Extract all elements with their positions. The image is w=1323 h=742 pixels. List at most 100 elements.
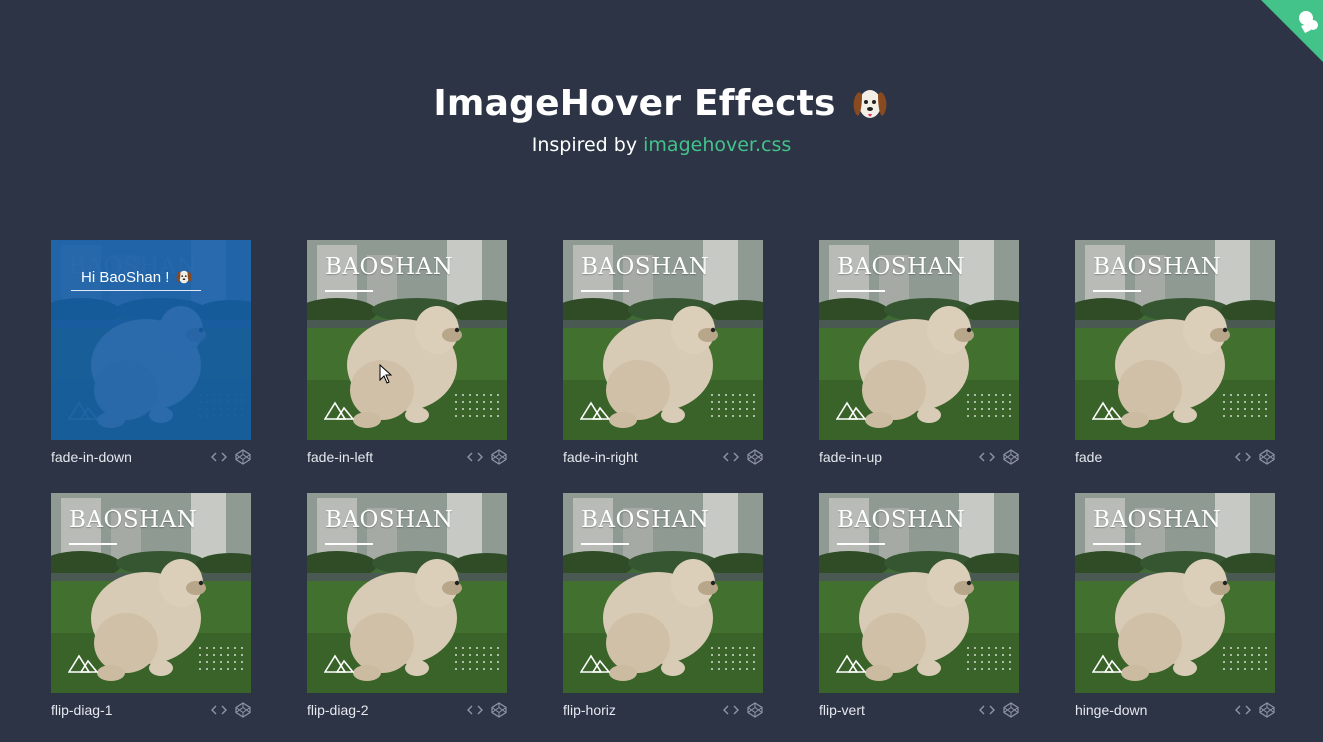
effect-card[interactable]: BAOSHAN flip-vert (819, 493, 1019, 727)
view-code-icon[interactable] (979, 702, 995, 718)
pattern-dot (476, 668, 478, 670)
mountain-icon (324, 401, 354, 420)
pattern-dot (241, 661, 243, 663)
pattern-dot (988, 647, 990, 649)
effect-thumbnail[interactable]: BAOSHAN (819, 240, 1019, 440)
pattern-dot (462, 668, 464, 670)
pattern-dot (746, 654, 748, 656)
pattern-dot (988, 661, 990, 663)
view-code-icon[interactable] (979, 449, 995, 465)
view-code-icon[interactable] (211, 702, 227, 718)
effect-card[interactable]: BAOSHAN fade-in-left (307, 240, 507, 474)
effect-card[interactable]: BAOSHAN fade (1075, 240, 1275, 474)
pattern-dot (746, 394, 748, 396)
page-subtitle: Inspired by imagehover.css (0, 132, 1323, 158)
pattern-dot (967, 415, 969, 417)
caption-actions (979, 449, 1019, 465)
effect-thumbnail[interactable]: BAOSHAN (1075, 493, 1275, 693)
effect-thumbnail[interactable]: BAOSHAN (51, 493, 251, 693)
view-code-icon[interactable] (723, 449, 739, 465)
pattern-dot (476, 408, 478, 410)
pattern-dot (711, 408, 713, 410)
pattern-dot (455, 654, 457, 656)
codepen-icon[interactable] (491, 702, 507, 718)
view-code-icon[interactable] (467, 702, 483, 718)
effect-thumbnail[interactable]: BAOSHAN (563, 240, 763, 440)
effect-thumbnail[interactable]: BAOSHAN (819, 493, 1019, 693)
effect-card[interactable]: BAOSHAN flip-diag-2 (307, 493, 507, 727)
pattern-dot (490, 661, 492, 663)
pattern-dot (469, 394, 471, 396)
pattern-dot (718, 668, 720, 670)
effect-thumbnail[interactable]: BAOSHAN (307, 240, 507, 440)
pattern-dot (1237, 647, 1239, 649)
codepen-icon[interactable] (235, 702, 251, 718)
pattern-dot (974, 647, 976, 649)
effect-card[interactable]: BAOSHAN fade-in-up (819, 240, 1019, 474)
pattern-dot (1244, 668, 1246, 670)
imagehover-link[interactable]: imagehover.css (643, 134, 791, 156)
pattern-dot (490, 647, 492, 649)
codepen-icon[interactable] (747, 702, 763, 718)
pattern-dot (974, 408, 976, 410)
hover-caption: Hi BaoShan ! (81, 268, 193, 286)
effect-thumbnail[interactable]: BAOSHAN (1075, 240, 1275, 440)
codepen-icon[interactable] (491, 449, 507, 465)
pattern-dot (469, 401, 471, 403)
mountain-icon (836, 654, 866, 673)
view-code-icon[interactable] (467, 449, 483, 465)
pattern-dot (1230, 415, 1232, 417)
pattern-dot (1244, 654, 1246, 656)
view-code-icon[interactable] (1235, 449, 1251, 465)
effect-card[interactable]: BAOSHAN hinge-down (1075, 493, 1275, 727)
codepen-icon[interactable] (1259, 449, 1275, 465)
pattern-dot (469, 654, 471, 656)
effect-thumbnail[interactable]: BAOSHAN (563, 493, 763, 693)
pattern-dot (206, 647, 208, 649)
pattern-dot (1002, 401, 1004, 403)
pattern-dot (483, 668, 485, 670)
view-code-icon[interactable] (1235, 702, 1251, 718)
pattern-dot (981, 408, 983, 410)
pattern-dot (711, 401, 713, 403)
pattern-dot (1223, 408, 1225, 410)
pattern-dot (455, 647, 457, 649)
pattern-dot (732, 668, 734, 670)
pattern-dot (476, 647, 478, 649)
codepen-icon[interactable] (1259, 702, 1275, 718)
pattern-dot (718, 647, 720, 649)
effect-thumbnail[interactable]: BAOSHAN (307, 493, 507, 693)
brand-underline (837, 543, 885, 545)
effect-card[interactable]: BAOSHAN flip-diag-1 (51, 493, 251, 727)
mountain-icon (836, 401, 866, 420)
effect-card[interactable]: BAOSHAN fade-in-right (563, 240, 763, 474)
pattern-dot (974, 401, 976, 403)
pattern-dot (1223, 394, 1225, 396)
pattern-dot (455, 394, 457, 396)
view-code-icon[interactable] (723, 702, 739, 718)
pattern-dot (1002, 668, 1004, 670)
pattern-dot (995, 401, 997, 403)
pattern-dot (1265, 415, 1267, 417)
pattern-dot (988, 408, 990, 410)
pattern-dot (1251, 668, 1253, 670)
pattern-dot (462, 654, 464, 656)
mountain-icon (580, 654, 610, 673)
pattern-dot (234, 668, 236, 670)
codepen-icon[interactable] (235, 449, 251, 465)
codepen-icon[interactable] (1003, 702, 1019, 718)
pattern-dot (974, 661, 976, 663)
codepen-icon[interactable] (747, 449, 763, 465)
codepen-icon[interactable] (1003, 449, 1019, 465)
brand-title: BAOSHAN (325, 254, 454, 280)
effect-card[interactable]: BAOSHAN Hi BaoShan ! fade-in-down (51, 240, 251, 474)
pattern-dot (462, 408, 464, 410)
effect-card[interactable]: BAOSHAN flip-horiz (563, 493, 763, 727)
pattern-dot (1265, 661, 1267, 663)
effect-thumbnail[interactable]: BAOSHAN Hi BaoShan ! (51, 240, 251, 440)
pattern-dot (1237, 654, 1239, 656)
pattern-dot (497, 401, 499, 403)
pattern-dot (974, 415, 976, 417)
corner-badge-link[interactable] (1261, 0, 1323, 62)
view-code-icon[interactable] (211, 449, 227, 465)
